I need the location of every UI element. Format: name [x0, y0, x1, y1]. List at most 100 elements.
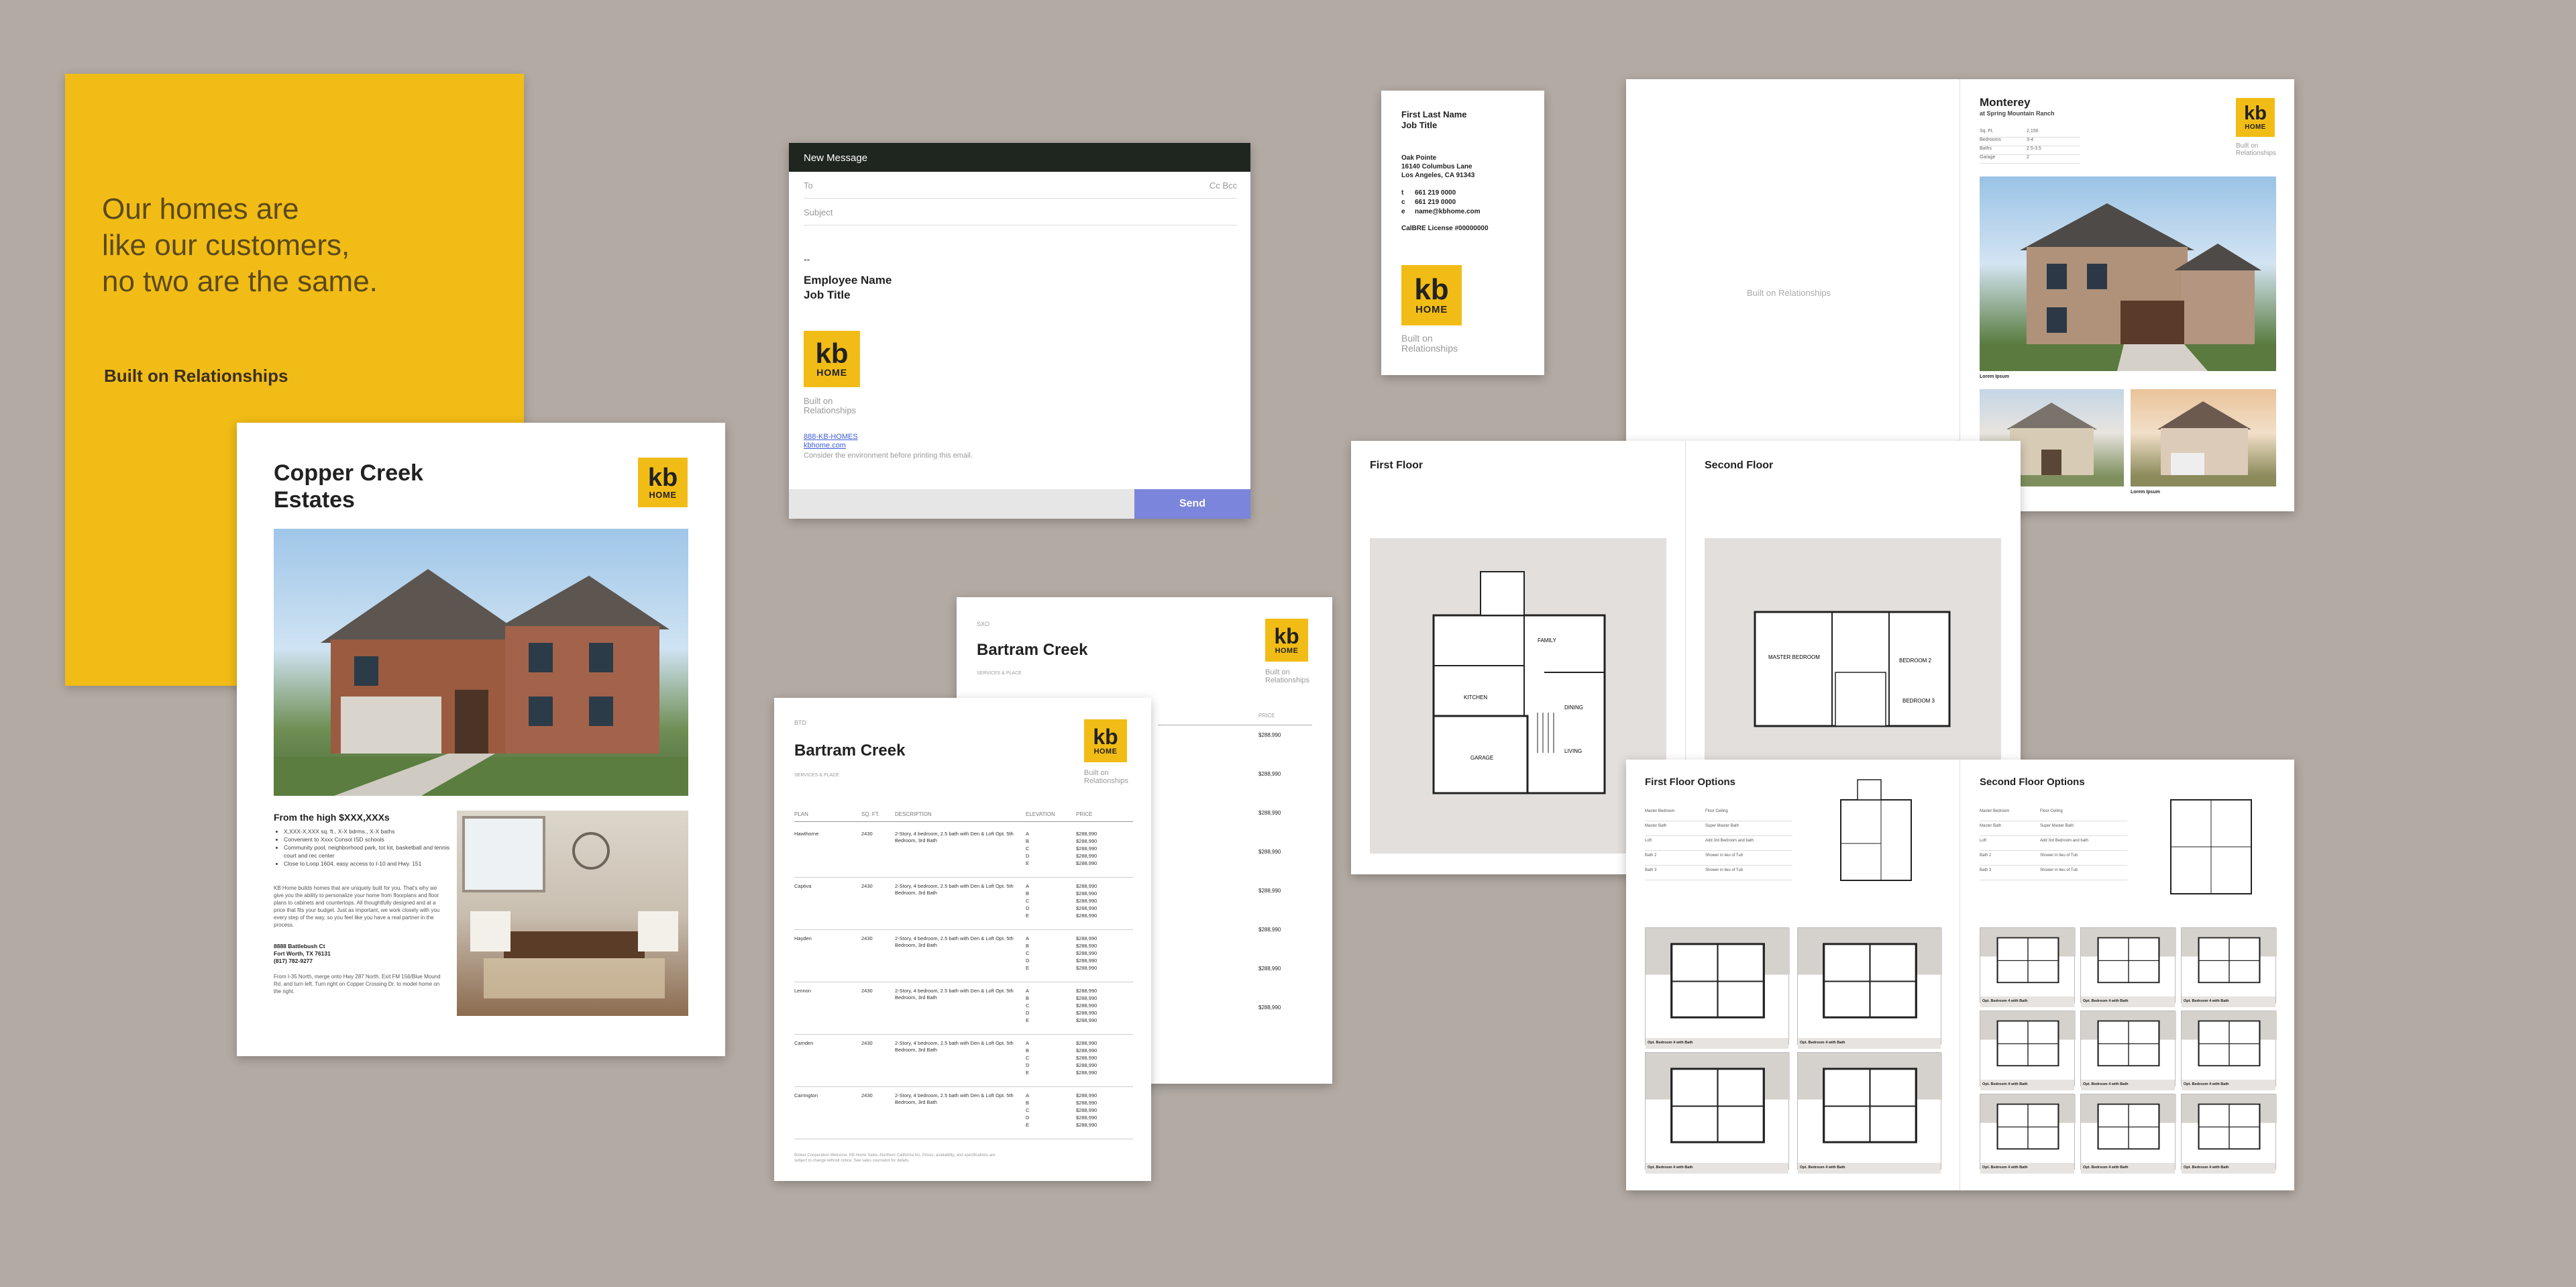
- logo-kb-text: kb: [1274, 624, 1299, 649]
- option-row: Loft Add 3rd Bedroom and bath: [1645, 836, 1792, 851]
- logo-kb-text: kb: [2244, 103, 2267, 125]
- plan-name: Hawthorne: [794, 831, 819, 837]
- kb-home-logo: kb HOME: [1084, 719, 1127, 762]
- plan-elevation: A: [1026, 1092, 1030, 1098]
- plan-name: Hayden: [794, 935, 812, 941]
- option-caption: Opt. Bedroom 4 with Bath: [2081, 1163, 2175, 1174]
- tagline-text: Built on Relationships: [1265, 668, 1310, 685]
- email-to-field[interactable]: To Cc Bcc: [804, 172, 1237, 199]
- brochure-bullet: Community pool, neighborhood park, tot l…: [284, 843, 451, 860]
- plan-price: $288,990: [1076, 1047, 1097, 1053]
- option-caption: Opt. Bedroom 4 with Bath: [2081, 1080, 2175, 1090]
- col-price: PRICE: [1076, 811, 1093, 817]
- back-price-value: $288,990: [1258, 966, 1281, 972]
- tagline-text: Built on Relationships: [1084, 769, 1129, 786]
- brochure-bullet: Close to Loop 1604, easy access to I-10 …: [284, 860, 451, 868]
- plan-description: 2-Story, 4 bedroom, 2.5 bath with Den & …: [895, 935, 1014, 948]
- plan-name: Captiva: [794, 883, 812, 889]
- logo-home-text: HOME: [1093, 747, 1118, 756]
- brochure-address: 8888 Battlebush Ct Fort Worth, TX 76131 …: [274, 943, 331, 965]
- signature-phone-link[interactable]: 888-KB-HOMES: [804, 433, 858, 441]
- headline-line-2: like our customers,: [102, 229, 350, 262]
- option-value: Add 3rd Bedroom and bath: [1705, 839, 1754, 843]
- option-plan-thumbnail: Opt. Bedroom 4 with Bath: [2181, 1094, 2277, 1174]
- spec-value: 2,150: [2027, 129, 2039, 134]
- col-elevation: ELEVATION: [1026, 811, 1055, 817]
- option-caption: Opt. Bedroom 4 with Bath: [1980, 996, 2074, 1007]
- small-house-illustration: [2157, 401, 2251, 475]
- card-phone-t: t 661 219 0000: [1401, 189, 1456, 197]
- email-subject-field[interactable]: Subject: [804, 199, 1237, 225]
- option-value: Shower in lieu of Tub: [2040, 854, 2078, 858]
- option-plan-drawing: [2182, 1011, 2277, 1067]
- option-plan-drawing: [2081, 1094, 2176, 1150]
- plan-price: $288,990: [1076, 950, 1097, 956]
- plan-elevation: A: [1026, 935, 1030, 941]
- logo-kb-text: kb: [647, 464, 678, 493]
- plan-price: $288,990: [1076, 1002, 1097, 1009]
- plan-price: $288,990: [1076, 1062, 1097, 1068]
- tagline-text: Built on Relationships: [2236, 142, 2277, 157]
- e-value: name@kbhome.com: [1415, 208, 1481, 215]
- option-value: Floor Ceiling: [2040, 809, 2063, 813]
- option-caption: Opt. Bedroom 4 with Bath: [2182, 1163, 2275, 1174]
- spec-key: Baths: [1980, 146, 1992, 151]
- brochure-bullets: X,XXX-X,XXX sq. ft., X-X bdrms., X-X bat…: [284, 827, 451, 868]
- cc-bcc-label[interactable]: Cc Bcc: [1210, 181, 1237, 191]
- option-plan-drawing: [1980, 928, 2076, 984]
- plan-sqft: 2430: [861, 1092, 873, 1098]
- option-plan-drawing: [1980, 1011, 2076, 1067]
- plan-elevation: B: [1026, 838, 1030, 844]
- interior-illustration: [462, 816, 678, 998]
- option-plan-drawing: [1646, 928, 1790, 1019]
- option-plan-drawing: [2081, 1011, 2176, 1067]
- option-value: Add 3rd Bedroom and bath: [2040, 839, 2089, 843]
- second-floor-title: Second Floor: [1705, 460, 1774, 471]
- monterey-house-illustration: [1980, 203, 2276, 371]
- plan-description: 2-Story, 4 bedroom, 2.5 bath with Den & …: [895, 883, 1014, 896]
- option-plan-thumbnail: Opt. Bedroom 4 with Bath: [2080, 927, 2176, 1007]
- price-sheet-title: Bartram Creek: [977, 641, 1088, 659]
- email-header-title: New Message: [804, 152, 868, 164]
- plan-price: $288,990: [1076, 943, 1097, 949]
- send-button[interactable]: Send: [1134, 489, 1250, 519]
- option-plan-drawing: [1798, 1053, 1942, 1143]
- monterey-small-photo-2: [2131, 389, 2276, 486]
- room-label: MASTER BEDROOM: [1768, 654, 1820, 660]
- signature-site-link[interactable]: kbhome.com: [804, 442, 846, 450]
- logo-home-text: HOME: [2245, 123, 2266, 131]
- option-plan-thumbnail: Opt. Bedroom 4 with Bath: [1980, 1094, 2076, 1174]
- option-plan-thumbnail: Opt. Bedroom 4 with Bath: [1980, 1011, 2076, 1090]
- option-row: Master Bath Super Master Bath: [1980, 821, 2127, 836]
- plan-elevation: B: [1026, 943, 1030, 949]
- address-line: (817) 782-9277: [274, 958, 313, 964]
- small-photo-caption: Lorem Ipsum: [2131, 490, 2160, 495]
- kb-home-logo: kb HOME: [1401, 265, 1462, 325]
- interior-dining-photo: [457, 811, 688, 1016]
- plan-elevation: A: [1026, 831, 1030, 837]
- floor-options-spread: First Floor Options Second Floor Options…: [1626, 760, 2294, 1190]
- card-license: CalBRE License #00000000: [1401, 225, 1489, 232]
- plan-elevation: A: [1026, 1040, 1030, 1046]
- plan-sqft: 2430: [861, 988, 873, 994]
- spec-row: Bedrooms 3-4: [1980, 138, 2080, 146]
- option-plan-thumbnail: Opt. Bedroom 4 with Bath: [1645, 927, 1790, 1049]
- first-floor-plan-panel: FAMILY KITCHEN DINING LIVING GARAGE: [1370, 538, 1666, 854]
- col-plan: PLAN: [794, 811, 808, 817]
- brochure-bullet: Convenient to Xxxx Consol ISD schools: [284, 835, 451, 843]
- kb-home-logo: kb HOME: [638, 458, 688, 507]
- option-row: Master Bedroom Floor Ceiling: [1645, 807, 1792, 821]
- spec-row: Sq. Ft. 2,150: [1980, 129, 2080, 138]
- plan-sqft: 2430: [861, 935, 873, 941]
- first-floor-plan-drawing: FAMILY KITCHEN DINING LIVING GARAGE: [1432, 571, 1606, 794]
- plan-price: $288,990: [1076, 1040, 1097, 1046]
- plan-description: 2-Story, 4 bedroom, 2.5 bath with Den & …: [895, 1040, 1014, 1053]
- option-caption: Opt. Bedroom 4 with Bath: [2081, 996, 2175, 1007]
- plan-elevation: C: [1026, 1055, 1030, 1061]
- back-price-value: $288,990: [1258, 732, 1281, 738]
- option-key: Master Bedroom: [1645, 809, 1675, 813]
- brochure-bullet: X,XXX-X,XXX sq. ft., X-X bdrms., X-X bat…: [284, 827, 451, 835]
- plan-elevation: B: [1026, 1047, 1030, 1053]
- plan-elevation: B: [1026, 995, 1030, 1001]
- back-price-value: $288,990: [1258, 1005, 1281, 1011]
